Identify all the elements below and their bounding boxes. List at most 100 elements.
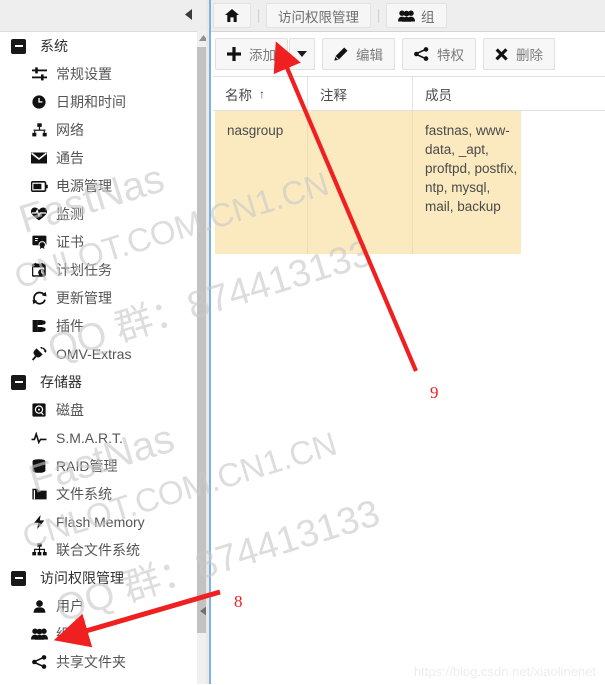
- breadcrumb-item-label: 组: [421, 9, 435, 25]
- breadcrumb: 访问权限管理 组: [213, 0, 447, 31]
- sidebar-item-network[interactable]: 网络: [0, 116, 197, 144]
- add-button[interactable]: 添加: [215, 38, 288, 70]
- cell-comment: [308, 111, 413, 254]
- delete-button-label: 删除: [516, 48, 543, 63]
- sidebar-item-notification[interactable]: 通告: [0, 144, 197, 172]
- column-header-members[interactable]: 成员: [413, 77, 605, 110]
- database-icon: [30, 458, 48, 474]
- pencil-icon: [334, 47, 348, 61]
- sidebar-item-label: 组: [56, 626, 70, 642]
- plus-icon: [227, 47, 241, 61]
- sidebar-item-label: OMV-Extras: [56, 346, 132, 362]
- privileges-button-label: 特权: [437, 48, 464, 63]
- sidebar-item-label: Flash Memory: [56, 514, 145, 530]
- sidebar-item-file-systems[interactable]: 文件系统: [0, 480, 197, 508]
- add-dropdown-button[interactable]: [289, 38, 315, 70]
- sidebar-group-label: 系统: [40, 38, 68, 54]
- sidebar-item-label: 监测: [56, 206, 84, 222]
- sidebar-item-plugins[interactable]: 插件: [0, 312, 197, 340]
- grid-body: nasgroup fastnas, www-data, _apt, proftp…: [213, 111, 605, 685]
- sidebar-item-label: 插件: [56, 318, 84, 334]
- edit-button[interactable]: 编辑: [322, 38, 395, 70]
- breadcrumb-separator-1: [258, 8, 259, 23]
- sidebar-collapse-toggle[interactable]: [179, 2, 197, 26]
- battery-icon: [30, 178, 48, 194]
- sidebar-item-label: S.M.A.R.T.: [56, 430, 123, 446]
- breadcrumb-home[interactable]: [213, 3, 251, 28]
- network-icon: [30, 122, 48, 138]
- sidebar-item-label: RAID管理: [56, 458, 118, 474]
- sitemap-icon: [30, 542, 48, 558]
- sidebar-item-label: 网络: [56, 122, 84, 138]
- breadcrumb-item-access-rights[interactable]: 访问权限管理: [266, 3, 371, 28]
- privileges-button[interactable]: 特权: [402, 38, 476, 70]
- sidebar-item-label: 共享文件夹: [56, 654, 126, 670]
- collapse-minus-icon: [11, 374, 26, 390]
- sidebar-item-monitoring[interactable]: 监测: [0, 200, 197, 228]
- sidebar-nav: 系统 常规设置 日期和时间 网络 通告 电源管理 监测 证书 计划任务 更新管理…: [0, 32, 197, 676]
- sidebar-item-scheduled-tasks[interactable]: 计划任务: [0, 256, 197, 284]
- share-icon: [414, 47, 429, 61]
- sidebar-item-date-time[interactable]: 日期和时间: [0, 88, 197, 116]
- sidebar-item-label: 常规设置: [56, 66, 112, 82]
- sidebar-item-label: 电源管理: [56, 178, 112, 194]
- column-header-label: 注释: [320, 87, 347, 103]
- add-button-label: 添加: [249, 48, 276, 63]
- sidebar-item-shared-folders[interactable]: 共享文件夹: [0, 648, 197, 676]
- sidebar-group-system[interactable]: 系统: [0, 32, 197, 60]
- table-row[interactable]: nasgroup fastnas, www-data, _apt, proftp…: [215, 111, 521, 254]
- heartbeat-icon: [30, 206, 48, 222]
- certificate-icon: [30, 234, 48, 250]
- sidebar-item-label: 通告: [56, 150, 84, 166]
- sidebar-item-label: 文件系统: [56, 486, 112, 502]
- sidebar-item-label: 用户: [56, 598, 84, 614]
- delete-button[interactable]: 删除: [483, 38, 555, 70]
- sidebar-item-label: 联合文件系统: [56, 542, 140, 558]
- collapse-minus-icon: [11, 570, 26, 586]
- breadcrumb-separator-2: [378, 8, 379, 23]
- refresh-icon: [30, 290, 48, 306]
- sidebar-group-access-rights[interactable]: 访问权限管理: [0, 564, 197, 592]
- grid-header: 名称 ↑ 注释 成员: [213, 76, 605, 111]
- breadcrumb-item-group[interactable]: 组: [386, 3, 447, 28]
- cell-name: nasgroup: [215, 111, 308, 254]
- sidebar-item-general-settings[interactable]: 常规设置: [0, 60, 197, 88]
- column-header-comment[interactable]: 注释: [308, 77, 413, 110]
- envelope-icon: [30, 150, 48, 166]
- sort-ascending-icon: ↑: [259, 86, 265, 101]
- caret-down-icon: [297, 51, 307, 57]
- pulse-icon: [30, 430, 48, 446]
- plug-icon: [30, 346, 48, 362]
- sidebar-item-flash-memory[interactable]: Flash Memory: [0, 508, 197, 536]
- cross-icon: [495, 47, 508, 61]
- clock-icon: [30, 94, 48, 110]
- group-icon: [398, 10, 415, 22]
- sidebar-item-update-management[interactable]: 更新管理: [0, 284, 197, 312]
- sidebar-item-power-management[interactable]: 电源管理: [0, 172, 197, 200]
- sidebar-item-groups[interactable]: 组: [0, 620, 197, 648]
- sidebar-item-label: 更新管理: [56, 290, 112, 306]
- annotation-number-8: 8: [234, 592, 243, 611]
- sidebar-group-label: 存储器: [40, 374, 82, 390]
- sidebar-item-label: 日期和时间: [56, 94, 126, 110]
- sidebar-item-disks[interactable]: 磁盘: [0, 396, 197, 424]
- sidebar-group-storage[interactable]: 存储器: [0, 368, 197, 396]
- sidebar-item-certificates[interactable]: 证书: [0, 228, 197, 256]
- sidebar-group-label: 访问权限管理: [40, 570, 124, 586]
- column-header-name[interactable]: 名称 ↑: [213, 77, 308, 110]
- calendar-clock-icon: [30, 262, 48, 278]
- column-header-label: 成员: [425, 87, 452, 103]
- sidebar-item-union-filesystems[interactable]: 联合文件系统: [0, 536, 197, 564]
- sidebar-item-omv-extras[interactable]: OMV-Extras: [0, 340, 197, 368]
- sliders-icon: [30, 66, 48, 82]
- plug-puzzle-icon: [30, 318, 48, 334]
- sidebar-item-raid-management[interactable]: RAID管理: [0, 452, 197, 480]
- edit-button-label: 编辑: [356, 48, 383, 63]
- main-panel: 添加 编辑 特权 删除 名称 ↑ 注释 成员 nasgroup fastnas,…: [211, 31, 605, 685]
- sidebar: 系统 常规设置 日期和时间 网络 通告 电源管理 监测 证书 计划任务 更新管理…: [0, 31, 197, 685]
- share-icon: [30, 654, 48, 670]
- sidebar-item-label: 证书: [56, 234, 84, 250]
- sidebar-item-smart[interactable]: S.M.A.R.T.: [0, 424, 197, 452]
- annotation-number-9: 9: [430, 383, 439, 402]
- sidebar-item-users[interactable]: 用户: [0, 592, 197, 620]
